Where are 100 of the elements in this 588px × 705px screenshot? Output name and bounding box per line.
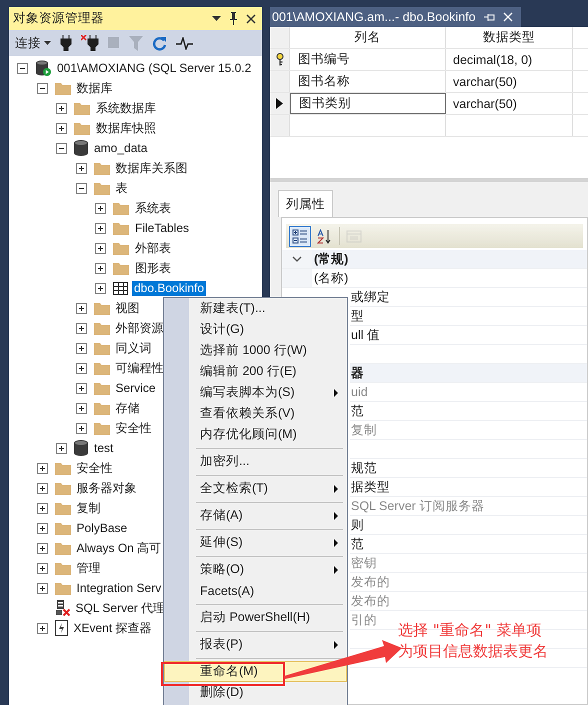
tree-item[interactable]: 外部表	[133, 240, 173, 256]
table-cell[interactable]: varchar(50)	[446, 71, 573, 92]
folder-icon	[74, 102, 90, 114]
tree-item[interactable]: 管理	[74, 560, 102, 576]
menu-item[interactable]: 延伸(S)	[164, 532, 347, 553]
tree-item[interactable]: 数据库快照	[94, 120, 158, 136]
tree-item[interactable]: XEvent 探查器	[72, 620, 154, 636]
category-row[interactable]: 器	[350, 364, 587, 383]
tree-item[interactable]: 数据库	[74, 80, 114, 96]
unplug-icon[interactable]	[81, 35, 99, 51]
dropdown-icon[interactable]	[212, 16, 221, 21]
collapse-toggle[interactable]	[17, 62, 28, 74]
connect-button[interactable]: 连接	[15, 34, 51, 52]
expand-toggle[interactable]	[76, 382, 86, 394]
chevron-down-icon[interactable]	[292, 256, 302, 262]
expand-toggle[interactable]	[76, 302, 86, 314]
table-cell[interactable]: varchar(50)	[446, 93, 573, 114]
caret-icon	[44, 41, 51, 45]
expand-toggle[interactable]	[56, 442, 67, 454]
expand-toggle[interactable]	[56, 122, 67, 134]
expand-toggle[interactable]	[76, 422, 86, 434]
tree-item[interactable]: 可编程性	[114, 360, 166, 376]
pin-icon[interactable]	[484, 12, 495, 22]
menu-item[interactable]: 报表(P)	[164, 634, 347, 655]
tree-item[interactable]: 服务器对象	[74, 480, 138, 496]
menu-item[interactable]: 删除(D)	[164, 682, 347, 703]
menu-item[interactable]: 存储(A)	[164, 505, 347, 526]
menu-item[interactable]: 策略(O)	[164, 559, 347, 580]
tree-item[interactable]: 存储	[114, 400, 142, 416]
expand-toggle[interactable]	[95, 222, 106, 234]
tree-item[interactable]: 外部资源	[114, 320, 166, 336]
menu-item[interactable]: 编写表脚本为(S)	[164, 382, 347, 403]
document-tab[interactable]: 001\AMOXIANG.am...- dbo.Bookinfo	[270, 7, 521, 27]
tree-item[interactable]: 视图	[114, 300, 142, 316]
property-label: 引的	[351, 612, 377, 628]
tree-item[interactable]: 复制	[74, 500, 102, 516]
collapse-toggle[interactable]	[56, 142, 67, 154]
table-cell[interactable]: 图书编号	[290, 49, 446, 70]
expand-toggle[interactable]	[95, 262, 106, 274]
tree-item[interactable]: amo_data	[92, 140, 150, 156]
row-header[interactable]	[270, 49, 290, 70]
expand-toggle[interactable]	[36, 622, 48, 634]
expand-toggle[interactable]	[76, 342, 86, 354]
expand-toggle[interactable]	[36, 542, 48, 554]
tree-item[interactable]: 001\AMOXIANG (SQL Server 15.0.2	[55, 60, 254, 76]
properties-tab[interactable]: 列属性	[278, 190, 333, 217]
tree-item[interactable]: dbo.Bookinfo	[132, 280, 206, 296]
tree-item[interactable]: 同义词	[114, 340, 154, 356]
expand-toggle[interactable]	[76, 402, 86, 414]
expand-toggle[interactable]	[36, 562, 48, 574]
menu-item[interactable]: 新建表(T)...	[164, 298, 347, 319]
expand-toggle[interactable]	[36, 582, 48, 594]
menu-item[interactable]: 内存优化顾问(M)	[164, 424, 347, 445]
plug-icon[interactable]	[60, 35, 72, 51]
row-header[interactable]	[270, 93, 290, 114]
column-header[interactable]: 数据类型	[446, 27, 573, 48]
tree-item[interactable]: 表	[114, 180, 130, 196]
expand-toggle[interactable]	[36, 462, 48, 474]
categorized-button[interactable]	[289, 226, 311, 246]
collapse-toggle[interactable]	[36, 82, 48, 94]
pulse-icon[interactable]	[176, 36, 193, 50]
menu-item[interactable]: Facets(A)	[164, 580, 347, 601]
expand-toggle[interactable]	[95, 242, 106, 254]
tree-item[interactable]: 安全性	[114, 420, 154, 436]
expand-toggle[interactable]	[36, 482, 48, 494]
tree-item[interactable]: FileTables	[133, 220, 192, 236]
tree-item[interactable]: 系统数据库	[94, 100, 158, 116]
menu-item[interactable]: 加密列...	[164, 451, 347, 472]
expand-toggle[interactable]	[36, 502, 48, 514]
expand-toggle[interactable]	[76, 362, 86, 374]
tree-item[interactable]: 安全性	[74, 460, 114, 476]
tree-item[interactable]: test	[92, 440, 116, 456]
refresh-icon[interactable]	[152, 36, 167, 50]
tree-item[interactable]: 数据库关系图	[114, 160, 190, 176]
tree-item[interactable]: Always On 高可	[74, 540, 164, 556]
table-cell[interactable]: 图书名称	[290, 71, 446, 92]
collapse-toggle[interactable]	[76, 182, 86, 194]
menu-item[interactable]: 启动 PowerShell(H)	[164, 607, 347, 628]
tree-item[interactable]: 图形表	[133, 260, 173, 276]
column-header[interactable]: 列名	[290, 27, 446, 48]
tree-item[interactable]: Service	[114, 380, 158, 396]
close-icon[interactable]	[246, 14, 256, 24]
menu-item[interactable]: 编辑前 200 行(E)	[164, 361, 347, 382]
tree-item[interactable]: PolyBase	[74, 520, 130, 536]
tree-item[interactable]: 系统表	[133, 200, 173, 216]
table-cell[interactable]: decimal(18, 0)	[446, 49, 573, 70]
expand-toggle[interactable]	[95, 282, 106, 294]
folder-icon	[113, 262, 129, 274]
menu-item[interactable]: 查看依赖关系(V)	[164, 403, 347, 424]
table-cell[interactable]: 图书类别	[290, 93, 446, 114]
pin-icon[interactable]	[229, 12, 238, 25]
expand-toggle[interactable]	[76, 162, 86, 174]
expand-toggle[interactable]	[56, 102, 67, 114]
menu-item[interactable]: 全文检索(T)	[164, 478, 347, 499]
menu-item[interactable]: 设计(G)	[164, 319, 347, 340]
expand-toggle[interactable]	[95, 202, 106, 214]
menu-item[interactable]: 选择前 1000 行(W)	[164, 340, 347, 361]
expand-toggle[interactable]	[76, 322, 86, 334]
tree-item[interactable]: Integration Serv	[74, 580, 164, 596]
expand-toggle[interactable]	[36, 522, 48, 534]
